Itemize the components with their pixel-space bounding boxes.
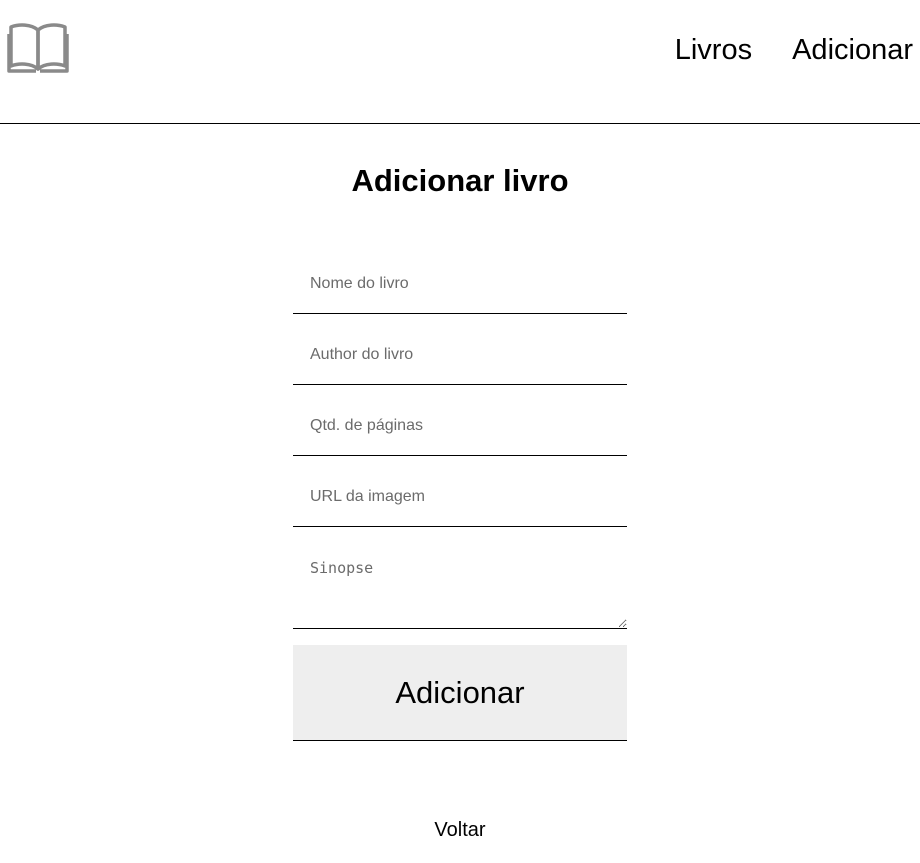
main-nav: Livros Adicionar (675, 32, 913, 68)
open-book-icon[interactable] (7, 22, 69, 74)
synopsis-textarea[interactable] (293, 539, 627, 629)
book-author-input[interactable] (293, 326, 627, 385)
page-title: Adicionar livro (351, 163, 569, 198)
book-name-input[interactable] (293, 255, 627, 314)
add-book-form: Adicionar (293, 255, 627, 741)
back-link-container: Voltar (0, 818, 920, 842)
site-header: Livros Adicionar (0, 0, 920, 124)
back-link[interactable]: Voltar (434, 819, 485, 841)
nav-link-add[interactable]: Adicionar (792, 32, 913, 68)
page-count-input[interactable] (293, 397, 627, 456)
nav-link-books[interactable]: Livros (675, 32, 752, 68)
image-url-input[interactable] (293, 468, 627, 527)
add-book-button[interactable]: Adicionar (293, 645, 627, 741)
